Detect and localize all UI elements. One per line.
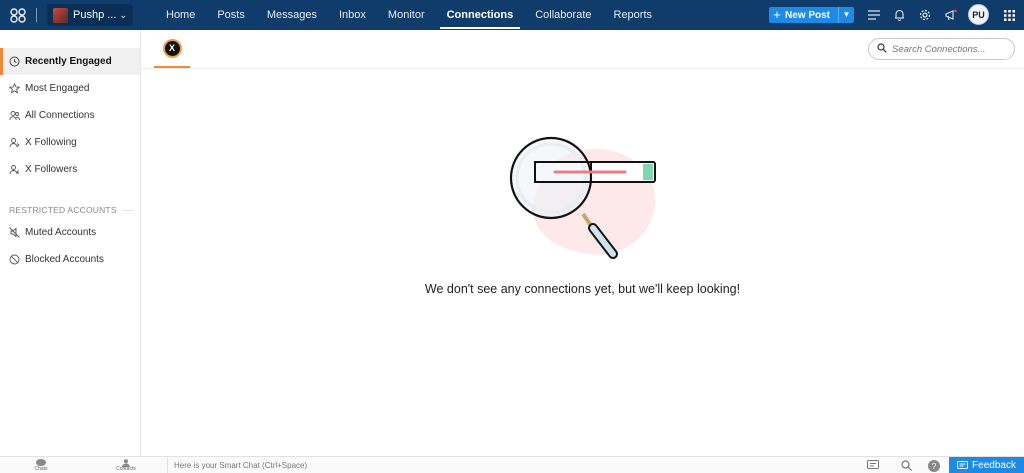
topbar-divider: [36, 8, 37, 22]
network-tab-x[interactable]: X: [154, 30, 190, 68]
account-switcher[interactable]: Pushp ... ⌄: [47, 4, 133, 26]
sidebar-item-label: Most Engaged: [25, 83, 90, 94]
search-icon: [877, 40, 887, 58]
sidebar-item-muted-accounts[interactable]: Muted Accounts: [0, 219, 140, 246]
sidebar-item-label: X Following: [25, 137, 77, 148]
top-navigation-bar: Pushp ... ⌄ Home Posts Messages Inbox Mo…: [0, 0, 1024, 30]
account-avatar: [53, 7, 68, 23]
contacts-label: Contacts: [116, 466, 136, 472]
new-post-dropdown-chevron-icon[interactable]: ▼: [838, 7, 854, 23]
sidebar: Recently Engaged Most Engaged All Connec…: [0, 30, 141, 456]
help-icon[interactable]: ?: [927, 459, 941, 472]
sidebar-item-label: Muted Accounts: [25, 227, 97, 238]
search-input[interactable]: [892, 43, 1010, 55]
nav-inbox[interactable]: Inbox: [328, 0, 377, 30]
nav-reports[interactable]: Reports: [603, 0, 664, 30]
blocked-icon: [8, 254, 20, 266]
sidebar-item-label: Blocked Accounts: [25, 254, 104, 265]
sidebar-item-x-following[interactable]: X Following: [0, 129, 140, 156]
empty-state-illustration: [505, 134, 665, 264]
section-divider: [122, 209, 133, 211]
sidebar-item-all-connections[interactable]: All Connections: [0, 102, 140, 129]
sidebar-item-label: All Connections: [25, 110, 95, 121]
smart-chat-input[interactable]: Here is your Smart Chat (Ctrl+Space): [167, 457, 857, 473]
new-post-button[interactable]: + New Post ▼: [769, 7, 854, 23]
bell-icon[interactable]: [891, 7, 907, 23]
bottom-bar: Chats Contacts Here is your Smart Chat (…: [0, 456, 1024, 473]
megaphone-icon[interactable]: [943, 7, 959, 23]
section-label: RESTRICTED ACCOUNTS: [9, 205, 117, 215]
apps-grid-icon[interactable]: [1001, 7, 1017, 23]
user-following-icon: [8, 137, 20, 149]
nav-collaborate[interactable]: Collaborate: [524, 0, 602, 30]
menu-lines-icon[interactable]: [866, 7, 882, 23]
main-nav: Home Posts Messages Inbox Monitor Connec…: [155, 0, 663, 30]
empty-state-message: We don't see any connections yet, but we…: [424, 282, 741, 296]
plus-icon: +: [773, 7, 781, 22]
feedback-button[interactable]: Feedback: [949, 457, 1024, 473]
feedback-icon: [957, 460, 969, 471]
nav-monitor[interactable]: Monitor: [377, 0, 436, 30]
clock-icon: [8, 56, 20, 68]
nav-connections[interactable]: Connections: [436, 0, 525, 30]
new-post-label: New Post: [785, 9, 831, 21]
user-followers-icon: [8, 164, 20, 176]
sidebar-item-label: Recently Engaged: [25, 56, 112, 67]
search-connections[interactable]: [868, 38, 1015, 60]
feedback-label: Feedback: [972, 460, 1016, 471]
nav-posts[interactable]: Posts: [206, 0, 256, 30]
sidebar-item-x-followers[interactable]: X Followers: [0, 156, 140, 183]
connections-header: X: [141, 30, 1024, 69]
gear-icon[interactable]: [917, 7, 933, 23]
chats-button[interactable]: Chats: [32, 457, 50, 473]
users-icon: [8, 110, 20, 122]
chat-window-icon[interactable]: [866, 459, 880, 472]
star-icon: [8, 83, 20, 95]
search-icon[interactable]: [899, 459, 913, 472]
svg-text:?: ?: [932, 462, 937, 471]
x-logo-icon: X: [162, 38, 182, 58]
nav-messages[interactable]: Messages: [256, 0, 328, 30]
app-logo-icon[interactable]: [0, 0, 36, 30]
contacts-button[interactable]: Contacts: [113, 457, 139, 473]
sidebar-item-blocked-accounts[interactable]: Blocked Accounts: [0, 246, 140, 273]
sidebar-item-recently-engaged[interactable]: Recently Engaged: [0, 48, 140, 75]
account-name: Pushp ...: [73, 9, 117, 21]
muted-icon: [8, 227, 20, 239]
sidebar-item-most-engaged[interactable]: Most Engaged: [0, 75, 140, 102]
sidebar-item-label: X Followers: [25, 164, 78, 175]
chevron-down-icon: ⌄: [119, 9, 127, 20]
restricted-accounts-heading: RESTRICTED ACCOUNTS: [9, 205, 133, 215]
chats-label: Chats: [34, 466, 48, 472]
user-avatar[interactable]: PU: [968, 4, 989, 25]
nav-home[interactable]: Home: [155, 0, 206, 30]
